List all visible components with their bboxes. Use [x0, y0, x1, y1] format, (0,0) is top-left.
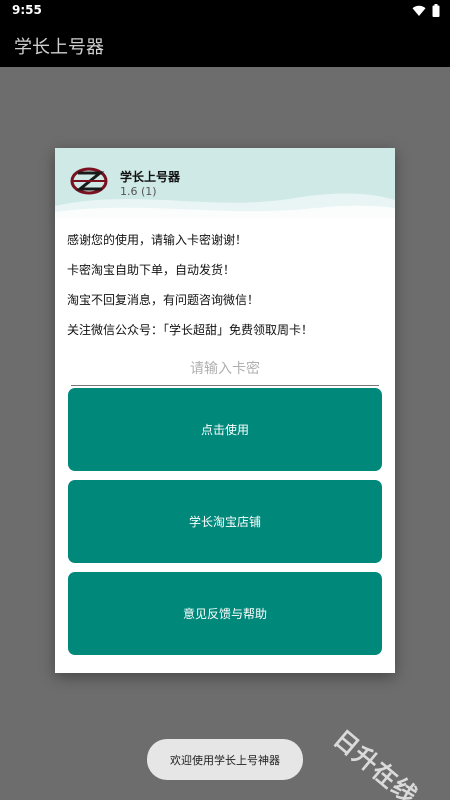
dialog-app-name: 学长上号器	[120, 170, 181, 184]
dialog-version: 1.6 (1)	[120, 185, 157, 198]
dialog-header: 学长上号器 1.6 (1)	[55, 148, 395, 218]
notice-line: 感谢您的使用，请输入卡密谢谢！	[67, 233, 248, 247]
app-bar: 学长上号器	[0, 22, 450, 67]
status-time: 9:55	[12, 3, 42, 17]
notice-line: 淘宝不回复消息，有问题咨询微信！	[67, 293, 260, 307]
status-icons	[412, 4, 440, 17]
feedback-help-button[interactable]: 意见反馈与帮助	[68, 572, 382, 655]
card-key-input[interactable]	[71, 352, 379, 385]
notice-text-block: 感谢您的使用，请输入卡密谢谢！ 卡密淘宝自助下单，自动发货！ 淘宝不回复消息，有…	[55, 218, 395, 352]
app-logo-icon	[69, 164, 109, 198]
use-button-label: 点击使用	[200, 423, 249, 437]
use-button[interactable]: 点击使用	[68, 388, 382, 471]
activation-dialog: 学长上号器 1.6 (1) 感谢您的使用，请输入卡密谢谢！ 卡密淘宝自助下单，自…	[55, 148, 395, 673]
wifi-icon	[412, 5, 426, 17]
app-title: 学长上号器	[14, 37, 104, 58]
notice-line: 关注微信公众号：「学长超甜」免费领取周卡！	[67, 323, 314, 337]
card-key-field	[71, 352, 379, 386]
taobao-shop-button-label: 学长淘宝店铺	[188, 515, 261, 529]
toast-text: 欢迎使用学长上号神器	[170, 753, 280, 767]
battery-icon	[432, 4, 440, 17]
status-bar: 9:55	[0, 0, 450, 22]
feedback-help-button-label: 意见反馈与帮助	[182, 607, 267, 621]
watermark: 日升在线	[328, 724, 423, 800]
welcome-toast: 欢迎使用学长上号神器	[147, 739, 303, 780]
notice-line: 卡密淘宝自助下单，自动发货！	[67, 263, 236, 277]
taobao-shop-button[interactable]: 学长淘宝店铺	[68, 480, 382, 563]
